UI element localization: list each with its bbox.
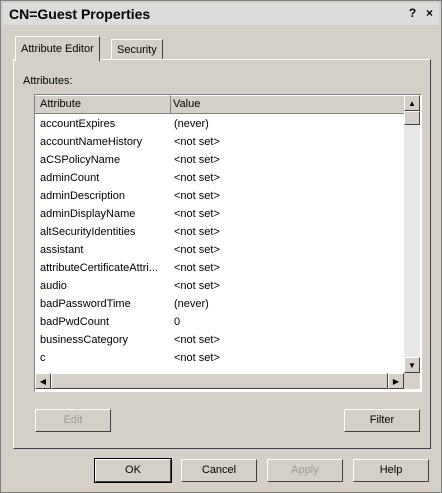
vertical-scroll-thumb[interactable] <box>404 111 420 125</box>
attribute-name: adminCount <box>40 172 100 184</box>
attribute-value: <not set> <box>174 352 220 364</box>
attribute-name: adminDescription <box>40 190 125 202</box>
window-title: CN=Guest Properties <box>9 6 151 22</box>
attribute-value: <not set> <box>174 172 220 184</box>
attribute-name: accountNameHistory <box>40 136 143 148</box>
attribute-name: badPwdCount <box>40 316 110 328</box>
column-header-value[interactable]: Value <box>171 95 406 114</box>
scroll-left-icon[interactable]: ◀ <box>35 373 51 389</box>
close-icon[interactable]: × <box>422 6 437 21</box>
properties-dialog: CN=Guest Properties ? × Attribute Editor… <box>0 0 442 493</box>
title-bar: CN=Guest Properties ? × <box>3 3 439 25</box>
tab-attribute-editor[interactable]: Attribute Editor <box>15 36 100 61</box>
attribute-value: <not set> <box>174 190 220 202</box>
attributes-list[interactable]: Attribute Value accountExpires (never) ac… <box>34 94 422 392</box>
attribute-name: audio <box>40 280 67 292</box>
table-row[interactable]: aCSPolicyName <not set> <box>35 151 403 169</box>
apply-button[interactable]: Apply <box>267 459 343 482</box>
table-row[interactable]: accountExpires (never) <box>35 115 403 133</box>
table-row[interactable]: c <not set> <box>35 349 403 367</box>
attribute-value: <not set> <box>174 136 220 148</box>
table-row[interactable]: badPwdCount 0 <box>35 313 403 331</box>
table-row[interactable]: audio <not set> <box>35 277 403 295</box>
table-row[interactable]: businessCategory <not set> <box>35 331 403 349</box>
filter-button[interactable]: Filter <box>344 409 420 432</box>
attribute-value: <not set> <box>174 154 220 166</box>
attribute-value: <not set> <box>174 334 220 346</box>
cancel-button[interactable]: Cancel <box>181 459 257 482</box>
table-row[interactable]: assistant <not set> <box>35 241 403 259</box>
help-icon[interactable]: ? <box>405 6 420 21</box>
attribute-value: 0 <box>174 316 181 328</box>
help-button[interactable]: Help <box>353 459 429 482</box>
horizontal-scroll-thumb[interactable] <box>51 373 388 389</box>
table-row[interactable]: accountNameHistory <not set> <box>35 133 403 151</box>
edit-button[interactable]: Edit <box>35 409 111 432</box>
horizontal-scrollbar[interactable]: ◀ ▶ <box>35 373 404 389</box>
table-row[interactable]: attributeCertificateAttri... <not set> <box>35 259 403 277</box>
vertical-scrollbar[interactable]: ▲ ▼ <box>404 95 420 373</box>
table-row[interactable]: altSecurityIdentities <not set> <box>35 223 403 241</box>
attribute-name: c <box>40 352 46 364</box>
scrollbar-corner <box>404 373 420 389</box>
attribute-name: adminDisplayName <box>40 208 136 220</box>
attributes-label: Attributes: <box>23 75 73 87</box>
attribute-value: <not set> <box>174 208 220 220</box>
attribute-name: aCSPolicyName <box>40 154 121 166</box>
attribute-value: (never) <box>174 298 209 310</box>
attribute-name: attributeCertificateAttri... <box>40 262 158 274</box>
attribute-name: badPasswordTime <box>40 298 131 310</box>
table-row[interactable]: adminDisplayName <not set> <box>35 205 403 223</box>
attribute-value: <not set> <box>174 244 220 256</box>
scroll-up-icon[interactable]: ▲ <box>404 95 420 111</box>
table-row[interactable]: adminCount <not set> <box>35 169 403 187</box>
attribute-name: altSecurityIdentities <box>40 226 136 238</box>
attribute-name: assistant <box>40 244 84 256</box>
column-header-attribute[interactable]: Attribute <box>35 95 171 114</box>
attribute-value: (never) <box>174 118 209 130</box>
attribute-value: <not set> <box>174 262 220 274</box>
scroll-down-icon[interactable]: ▼ <box>404 357 420 373</box>
attribute-value: <not set> <box>174 226 220 238</box>
ok-button[interactable]: OK <box>94 458 172 483</box>
attribute-value: <not set> <box>174 280 220 292</box>
attribute-name: accountExpires <box>40 118 116 130</box>
table-row[interactable]: adminDescription <not set> <box>35 187 403 205</box>
table-row[interactable]: badPasswordTime (never) <box>35 295 403 313</box>
attribute-name: businessCategory <box>40 334 129 346</box>
tab-security[interactable]: Security <box>111 39 163 60</box>
scroll-right-icon[interactable]: ▶ <box>388 373 404 389</box>
